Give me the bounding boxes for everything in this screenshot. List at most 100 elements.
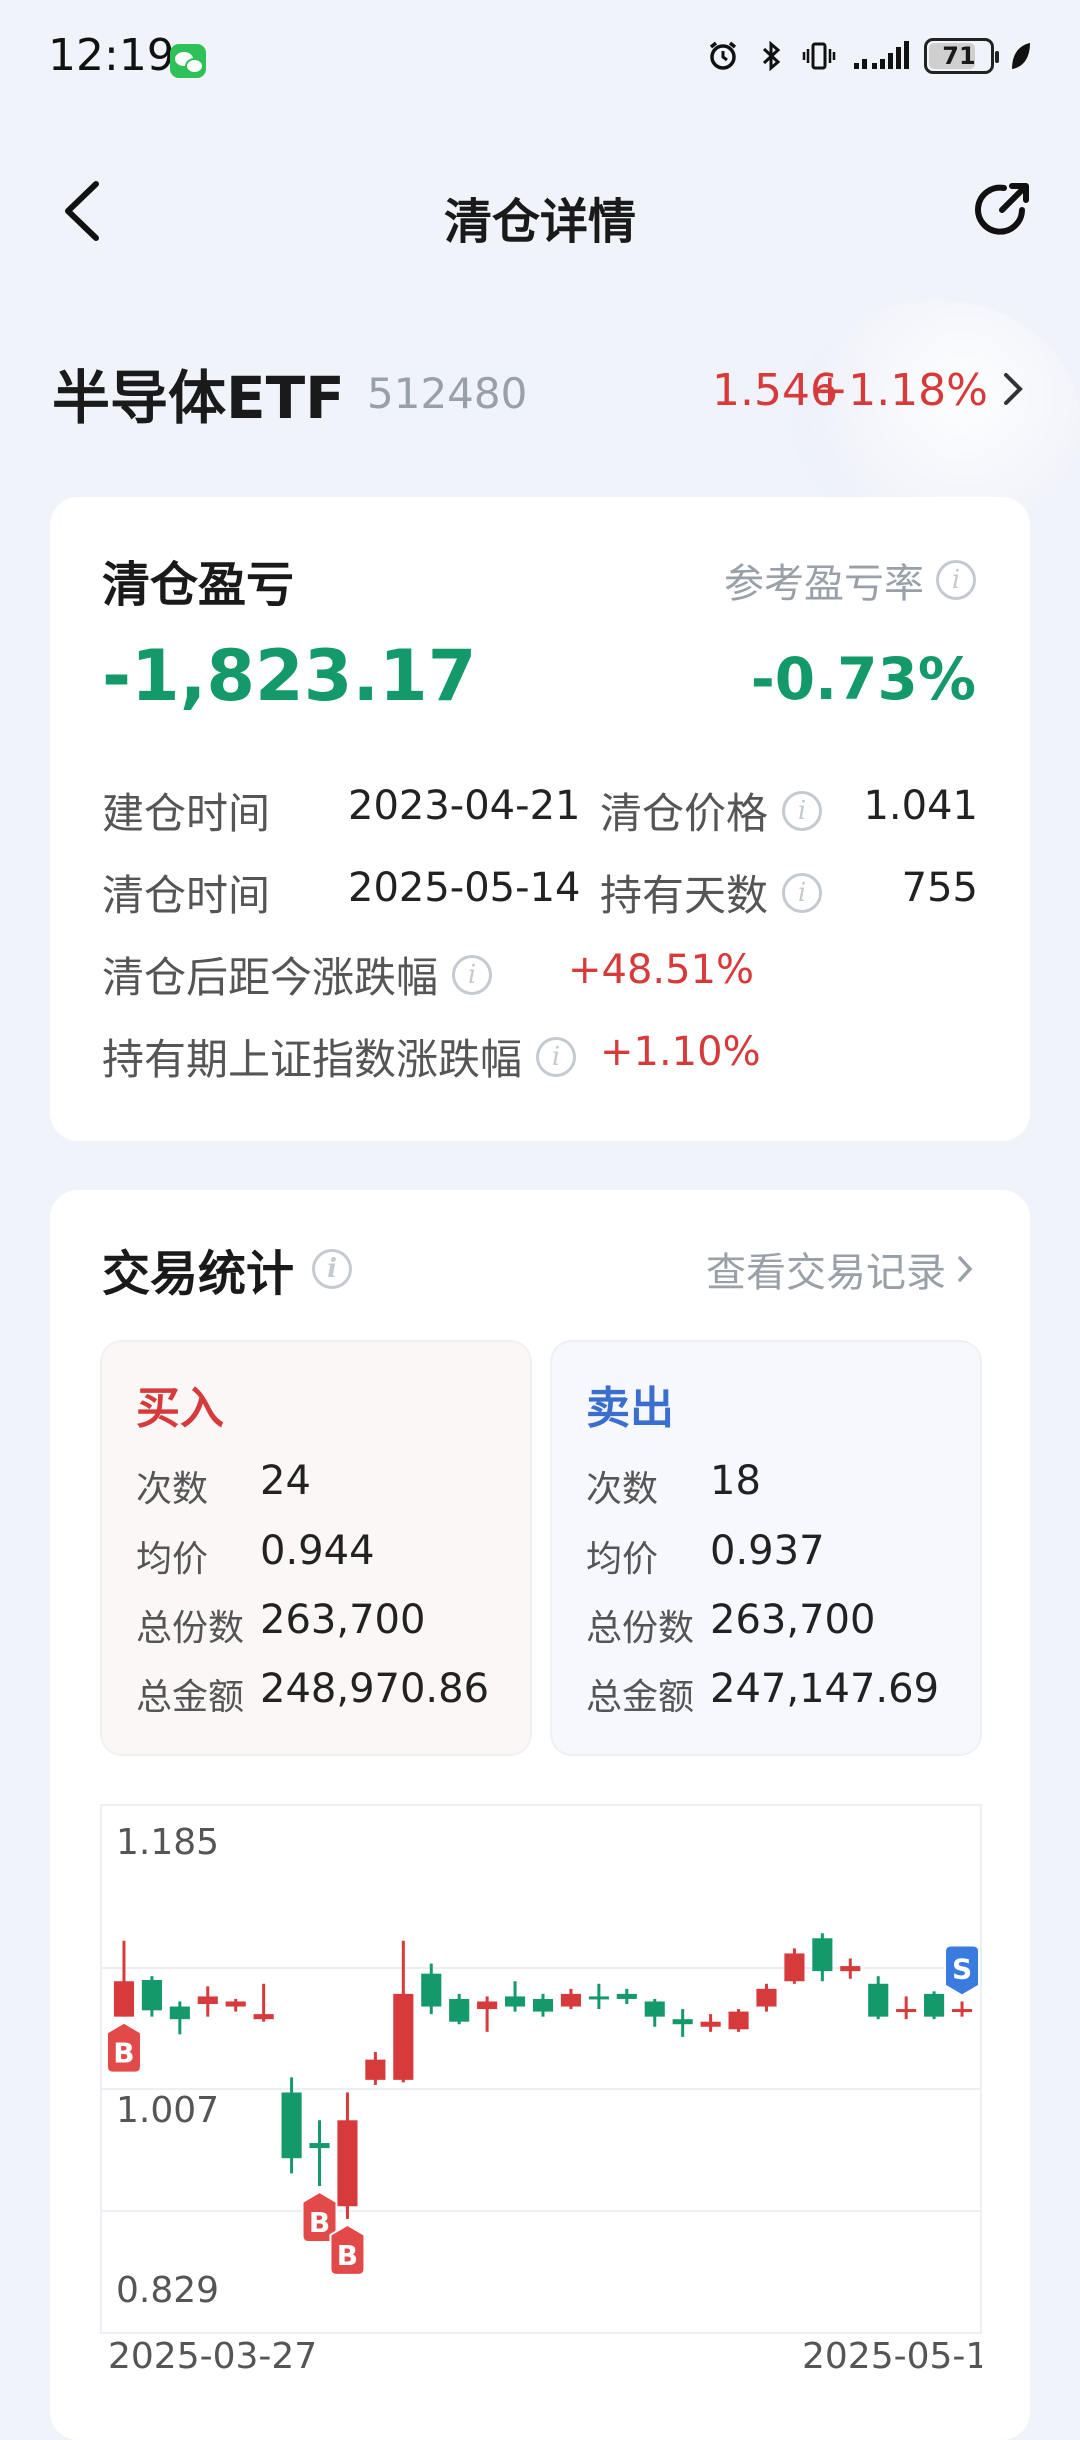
close-price-value: 1.041 [863,783,978,829]
candle-body [253,2014,274,2020]
candle [840,1958,861,1979]
info-icon[interactable] [312,1249,353,1289]
battery-indicator: 71 [924,38,999,74]
signal-icon [854,41,909,69]
ref-pl-rate-label: 参考盈亏率 [724,561,924,607]
kline-chart[interactable]: BBBS 1.185 1.007 0.829 [100,1804,982,2334]
sell-avg-value: 0.937 [710,1528,825,1574]
candle [784,1948,805,1984]
hold-days-value: 755 [901,865,978,911]
info-icon[interactable] [782,872,823,913]
marker-label: S [952,1952,972,1985]
candle-body [393,1993,414,2080]
info-icon[interactable] [536,1036,577,1077]
stock-code: 512480 [367,369,528,418]
index-change-value: +1.10% [600,1029,761,1075]
candle [169,2001,190,2035]
candle-body [477,2001,498,2010]
candle-body [532,1998,554,2012]
candle-body [812,1938,833,1972]
info-icon[interactable] [936,560,976,600]
share-icon[interactable] [972,176,1036,240]
candle [337,2092,358,2219]
ref-pl-rate[interactable]: 参考盈亏率 [724,551,976,609]
candle [868,1976,889,2020]
candle-body [421,1973,442,2007]
candle [113,1940,135,2017]
candle [728,2009,749,2032]
info-icon[interactable] [452,954,493,995]
chevron-right-icon[interactable] [1000,369,1028,409]
trade-stats-title-group: 交易统计 [102,1234,353,1304]
stock-name: 半导体ETF [52,364,345,432]
sell-shares-label: 总份数 [586,1608,695,1649]
wechat-notification-icon [170,44,206,78]
candle-body [197,1996,218,2005]
candle-body [756,1988,777,2007]
status-time: 12:19 [48,30,175,81]
candle [449,1993,470,2025]
candle-body [113,1981,135,2017]
sell-amount-label: 总金额 [586,1677,695,1718]
candle-body [505,1996,526,2007]
buy-avg-value: 0.944 [260,1528,375,1574]
buy-header: 买入 [136,1383,224,1434]
y-tick-label: 1.185 [116,1822,220,1863]
marker-label: B [309,2206,330,2239]
info-icon[interactable] [782,790,823,831]
candle [393,1940,414,2083]
index-change-label-group: 持有期上证指数涨跌幅 [102,1026,577,1087]
candle [477,1996,498,2032]
candle [812,1933,833,1982]
open-time-value: 2023-04-21 [348,783,581,829]
x-end-label: 2025-05-14 [802,2336,982,2377]
candle [616,1988,637,2005]
candle-body [588,1996,609,2000]
buy-marker[interactable]: B [329,2223,366,2276]
candle-body [169,2006,190,2020]
candle [505,1981,526,2012]
candle [365,2052,386,2085]
close-time-value: 2025-05-14 [348,865,581,911]
candle [532,1993,554,2017]
buy-count-value: 24 [260,1458,311,1504]
candle [309,2120,330,2187]
buy-avg-label: 均价 [136,1539,209,1580]
candle-body [784,1953,805,1982]
battery-level: 71 [942,42,976,70]
candle-body [840,1966,861,1972]
candle-body [728,2011,749,2030]
y-tick-label: 1.007 [116,2090,220,2131]
candle-body [896,2009,917,2013]
candle-body [281,2092,302,2159]
open-time-label: 建仓时间 [102,789,271,838]
status-icons: 71 [706,38,1032,74]
candle-body [141,1979,162,2011]
sell-header: 卖出 [586,1383,674,1434]
candle-body [225,2001,246,2007]
candle [141,1976,162,2017]
candle-body [616,1993,637,1999]
pl-value: -1,823.17 [102,635,477,717]
buy-marker[interactable]: B [105,2021,142,2074]
candle-body [365,2059,386,2080]
leaf-icon [1012,43,1030,69]
trade-stats-card: 交易统计 查看交易记录 买入 次数 24 均价 0.944 总份数 263,70… [50,1190,1030,2440]
alarm-icon [709,41,737,70]
marker-label: B [113,2037,134,2070]
close-time-label: 清仓时间 [102,871,271,920]
bluetooth-icon [762,40,781,72]
stock-header[interactable]: 半导体ETF 512480 1.546 +1.18% [52,345,1028,435]
candle [281,2077,302,2174]
candle-body [672,2019,693,2025]
candle-body [700,2021,721,2027]
page-title: 清仓详情 [443,194,636,250]
sell-marker[interactable]: S [944,1944,980,1997]
buy-amount-value: 248,970.86 [260,1666,490,1712]
stock-change-pct: +1.18% [811,365,988,416]
pl-pct: -0.73% [750,645,976,713]
view-trade-records-link[interactable]: 查看交易记录 [706,1240,976,1298]
y-tick-label: 0.829 [116,2270,220,2311]
sell-amount-value: 247,147.69 [710,1666,940,1712]
candle [700,2014,721,2032]
